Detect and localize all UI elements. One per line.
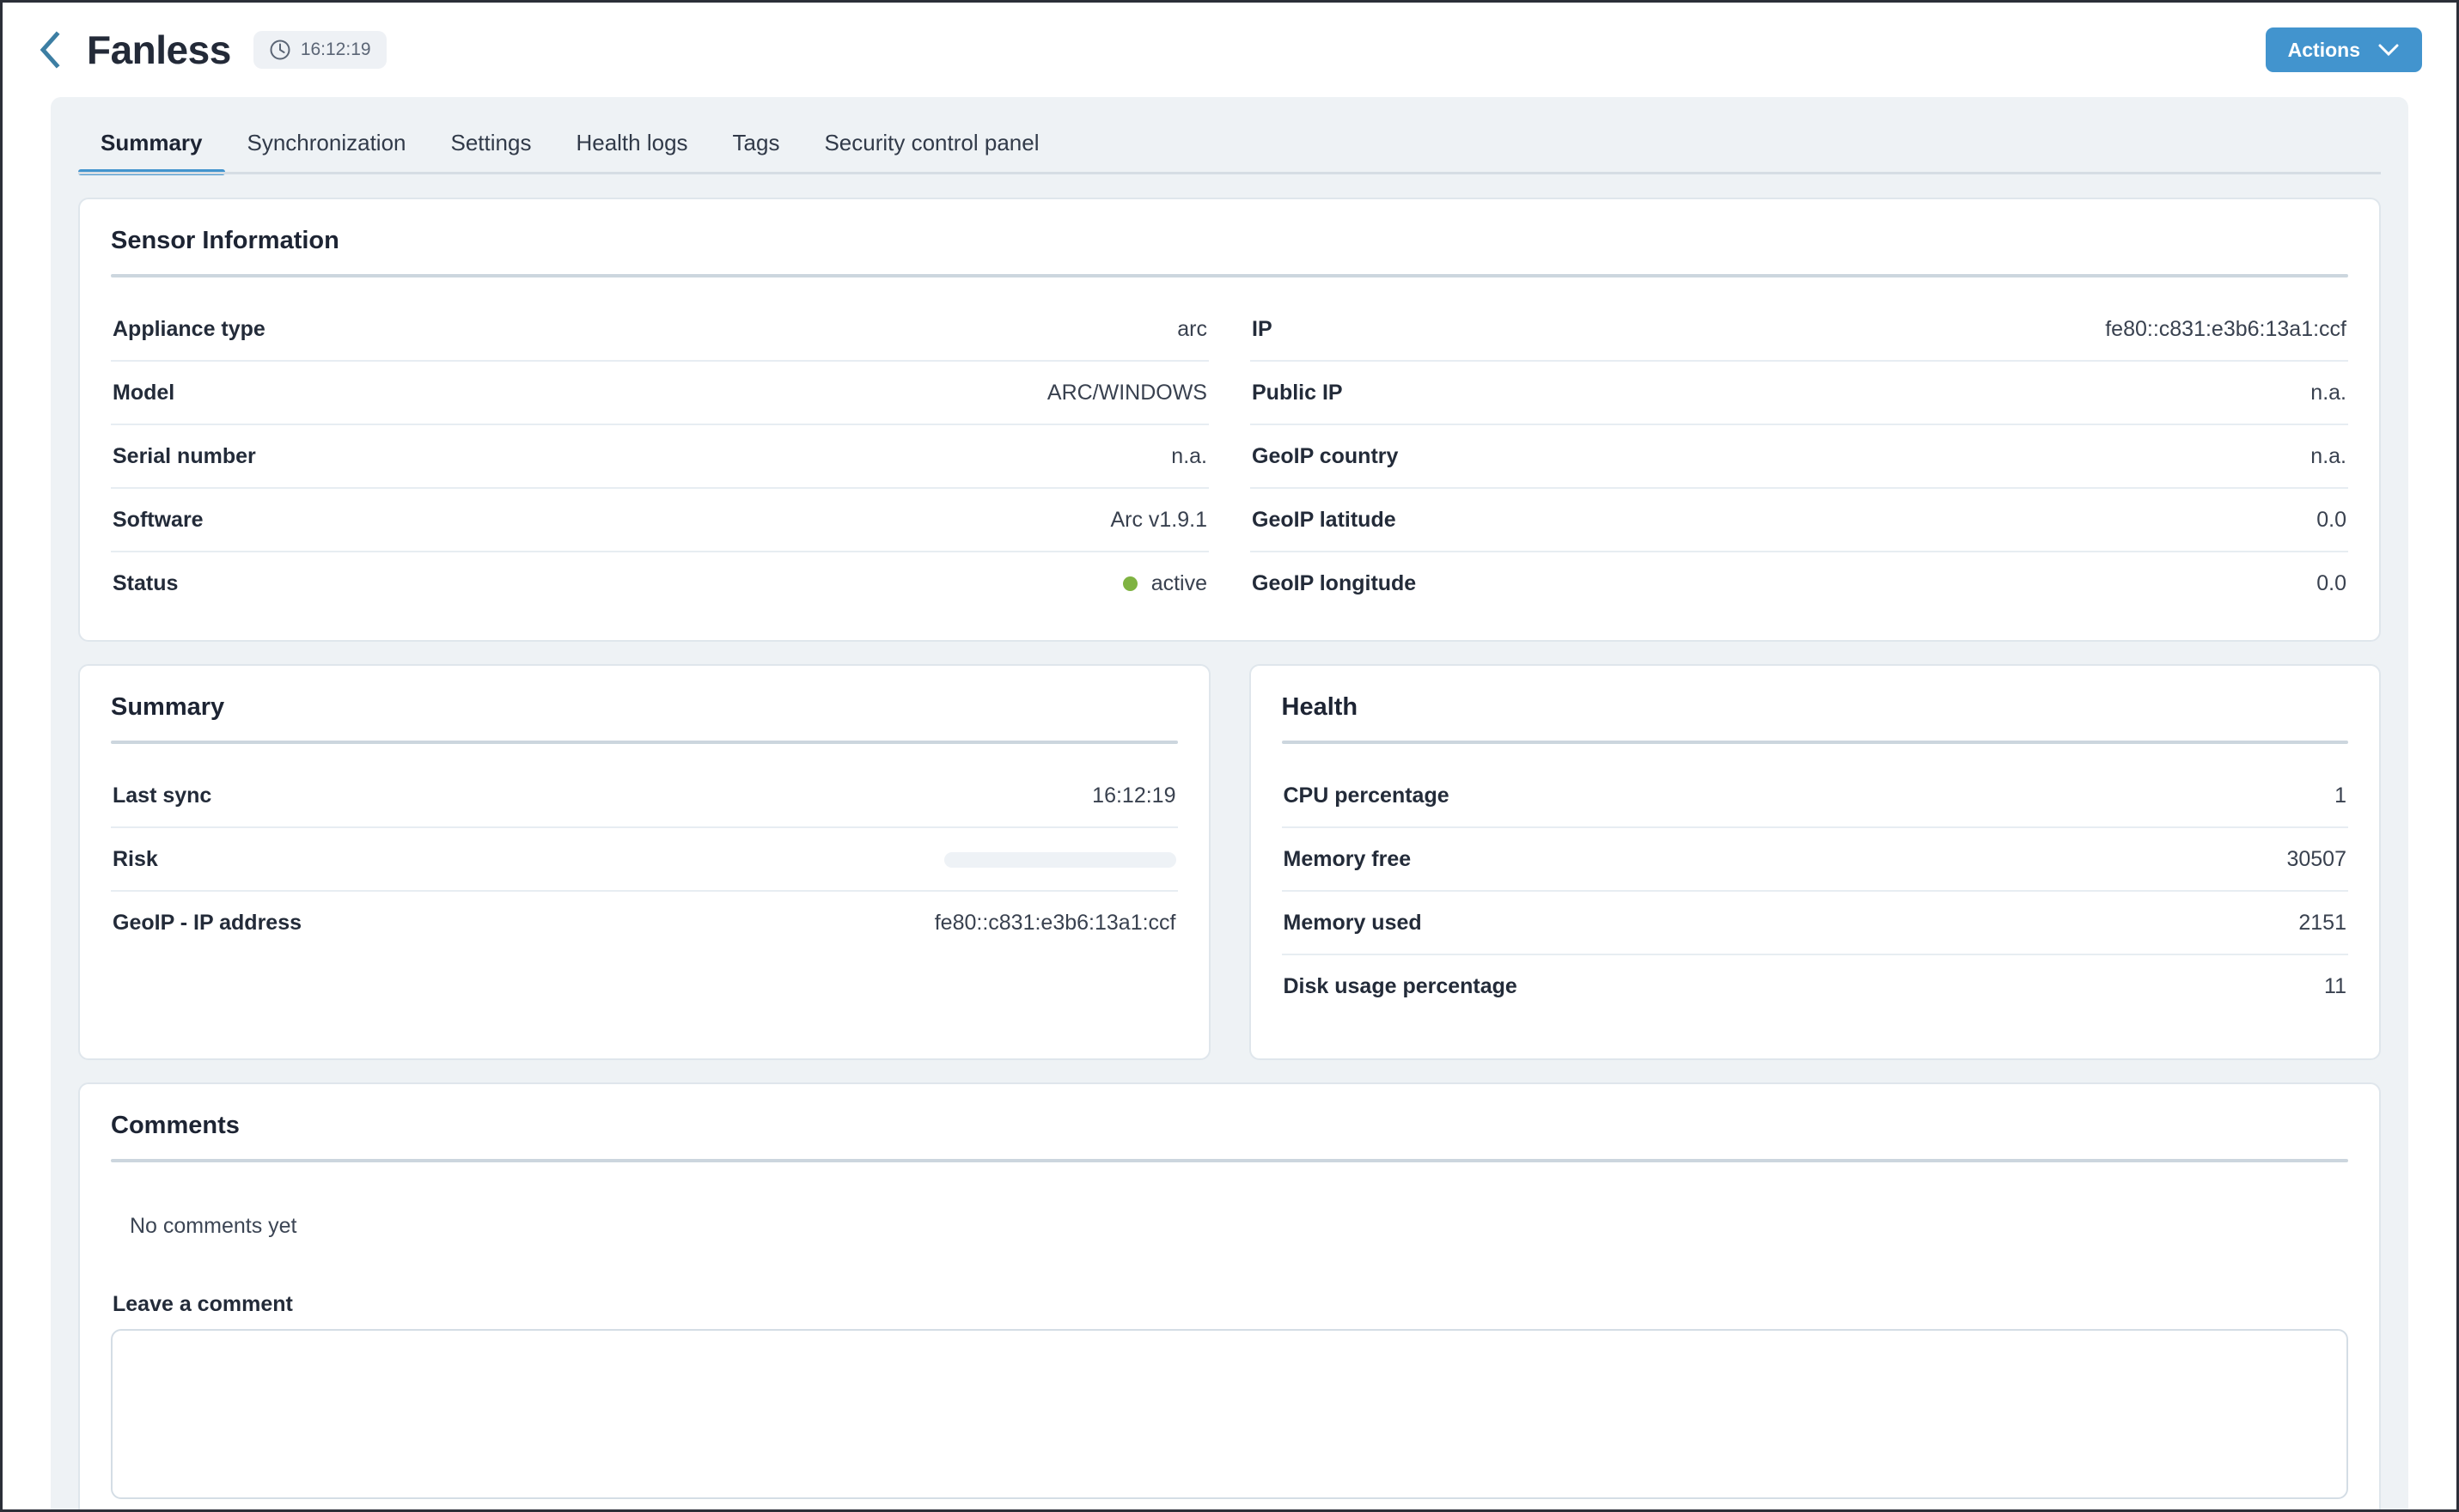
- row-value: 1: [2334, 783, 2346, 808]
- actions-button[interactable]: Actions: [2265, 27, 2422, 72]
- row-value: 0.0: [2316, 571, 2346, 595]
- table-row: Memory used 2151: [1281, 892, 2348, 955]
- summary-health-section: Summary Last sync 16:12:19 Risk GeoIP - …: [78, 664, 2381, 1060]
- page-title: Fanless: [87, 27, 231, 72]
- row-key: IP: [1252, 317, 1272, 341]
- row-value: 30507: [2286, 847, 2346, 871]
- row-key: GeoIP latitude: [1252, 508, 1396, 532]
- table-row: Risk: [111, 828, 1178, 892]
- row-value: fe80::c831:e3b6:13a1:ccf: [934, 911, 1176, 935]
- leave-comment-label: Leave a comment: [113, 1292, 293, 1316]
- tab-security-control-panel[interactable]: Security control panel: [802, 116, 1061, 175]
- row-value: n.a.: [2310, 381, 2346, 405]
- row-key: Serial number: [113, 444, 256, 468]
- sensor-information-panel: Sensor Information Appliance type arc Mo…: [78, 198, 2381, 642]
- comment-input[interactable]: [111, 1329, 2348, 1499]
- table-row: GeoIP latitude 0.0: [1250, 489, 2348, 552]
- chevron-down-icon: [2377, 39, 2400, 62]
- table-row: Last sync 16:12:19: [111, 765, 1178, 828]
- row-key: Model: [113, 381, 175, 405]
- summary-panel: Summary Last sync 16:12:19 Risk GeoIP - …: [78, 664, 1211, 1060]
- row-value: 2151: [2298, 911, 2346, 935]
- row-key: Software: [113, 508, 204, 532]
- table-row: Model ARC/WINDOWS: [111, 362, 1209, 425]
- table-row: Public IP n.a.: [1250, 362, 2348, 425]
- no-comments-text: No comments yet: [130, 1214, 297, 1238]
- comments-divider: [111, 1159, 2348, 1162]
- health-panel: Health CPU percentage 1 Memory free 3050…: [1248, 664, 2381, 1060]
- health-divider: [1281, 741, 2348, 744]
- tab-health-logs-label: Health logs: [576, 130, 688, 155]
- table-row: Appliance type arc: [111, 298, 1209, 362]
- row-key: GeoIP - IP address: [113, 911, 302, 935]
- tab-synchronization[interactable]: Synchronization: [225, 116, 429, 175]
- sensor-information-left-column: Appliance type arc Model ARC/WINDOWS Ser…: [111, 298, 1209, 614]
- status-dot-icon: [1122, 576, 1138, 591]
- table-row: IP fe80::c831:e3b6:13a1:ccf: [1250, 298, 2348, 362]
- tab-settings[interactable]: Settings: [429, 116, 554, 175]
- comments-panel: Comments No comments yet Leave a comment…: [78, 1082, 2381, 1509]
- health-title: Health: [1281, 693, 1358, 721]
- table-row: CPU percentage 1: [1281, 765, 2348, 828]
- tab-settings-label: Settings: [450, 130, 532, 155]
- header-time-text: 16:12:19: [300, 40, 371, 59]
- tab-tags-label: Tags: [732, 130, 780, 155]
- table-row: Memory free 30507: [1281, 828, 2348, 892]
- tab-synchronization-label: Synchronization: [247, 130, 406, 155]
- tab-security-control-panel-label: Security control panel: [824, 130, 1040, 155]
- row-value: fe80::c831:e3b6:13a1:ccf: [2105, 317, 2346, 341]
- table-row: Software Arc v1.9.1: [111, 489, 1209, 552]
- app-window: Fanless 16:12:19 Actions Summary Synchro…: [0, 0, 2459, 1512]
- table-row: GeoIP country n.a.: [1250, 425, 2348, 489]
- row-value: Arc v1.9.1: [1110, 508, 1207, 532]
- row-value: n.a.: [2310, 444, 2346, 468]
- row-value: 0.0: [2316, 508, 2346, 532]
- table-row: Disk usage percentage 11: [1282, 955, 2349, 1017]
- tab-summary-label: Summary: [101, 130, 203, 155]
- tab-health-logs[interactable]: Health logs: [553, 116, 710, 175]
- row-key: CPU percentage: [1283, 783, 1449, 808]
- row-key: Disk usage percentage: [1283, 974, 1517, 998]
- row-key: Status: [113, 571, 179, 595]
- row-key: Public IP: [1252, 381, 1343, 405]
- clock-icon: [269, 39, 291, 61]
- row-value: n.a.: [1171, 444, 1207, 468]
- table-row: Serial number n.a.: [111, 425, 1209, 489]
- tab-summary[interactable]: Summary: [78, 116, 225, 175]
- actions-button-label: Actions: [2287, 38, 2360, 61]
- row-key: Memory free: [1283, 847, 1412, 871]
- row-key: Memory used: [1283, 911, 1422, 935]
- table-row: Status active: [111, 552, 1209, 614]
- row-key: Risk: [113, 847, 158, 871]
- table-row: GeoIP longitude 0.0: [1250, 552, 2348, 614]
- status-badge: active: [1122, 571, 1207, 596]
- tab-tags[interactable]: Tags: [711, 116, 802, 175]
- back-button[interactable]: [30, 30, 70, 70]
- chevron-left-icon: [37, 31, 63, 69]
- row-value: arc: [1177, 317, 1207, 341]
- row-key: Last sync: [113, 783, 212, 808]
- risk-progress-bar: [943, 851, 1176, 868]
- table-row: GeoIP - IP address fe80::c831:e3b6:13a1:…: [111, 892, 1178, 954]
- tab-bar: Summary Synchronization Settings Health …: [78, 97, 2381, 175]
- status-text: active: [1150, 571, 1207, 595]
- row-value: ARC/WINDOWS: [1046, 381, 1207, 405]
- row-value: 16:12:19: [1092, 783, 1176, 808]
- sensor-information-divider: [111, 274, 2348, 277]
- row-key: GeoIP longitude: [1252, 571, 1417, 595]
- summary-title: Summary: [111, 693, 225, 721]
- sensor-information-right-column: IP fe80::c831:e3b6:13a1:ccf Public IP n.…: [1250, 298, 2348, 614]
- summary-divider: [111, 741, 1178, 744]
- page-header: Fanless 16:12:19 Actions: [3, 3, 2456, 97]
- header-time-badge: 16:12:19: [253, 31, 387, 69]
- tab-underline: [78, 172, 2381, 174]
- sensor-information-section: Sensor Information Appliance type arc Mo…: [78, 198, 2381, 642]
- sensor-information-title: Sensor Information: [111, 227, 339, 254]
- comments-title: Comments: [111, 1112, 240, 1139]
- row-value: 11: [2324, 974, 2346, 998]
- row-key: GeoIP country: [1252, 444, 1399, 468]
- row-key: Appliance type: [113, 317, 265, 341]
- content-shell: Summary Synchronization Settings Health …: [51, 97, 2408, 1509]
